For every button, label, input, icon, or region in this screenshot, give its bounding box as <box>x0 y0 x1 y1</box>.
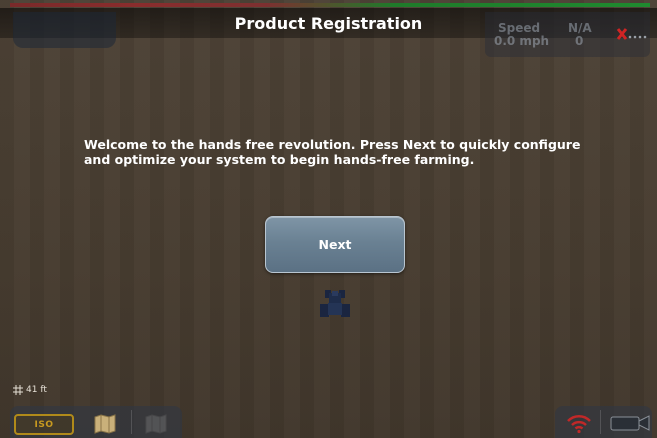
scale-label: 41 ft <box>26 385 47 395</box>
toolbar-divider <box>131 410 132 434</box>
gps-signal-icon <box>616 28 647 40</box>
next-button[interactable]: Next <box>265 216 405 273</box>
camera-icon[interactable] <box>609 414 651 432</box>
grid-scale-icon <box>13 385 23 395</box>
coverage-strip <box>10 3 650 7</box>
tractor-icon <box>320 290 350 317</box>
isobus-button[interactable]: ISO <box>14 414 74 435</box>
wifi-icon[interactable] <box>565 412 593 434</box>
na-value: 0 <box>575 34 584 48</box>
field-map-button-disabled[interactable] <box>136 410 176 438</box>
speed-value: 0.0 mph <box>494 34 550 48</box>
field-map-icon <box>145 414 167 434</box>
speed-label: Speed <box>498 21 541 35</box>
map-scale: 41 ft <box>13 385 47 395</box>
field-map-icon <box>94 414 116 434</box>
na-label: N/A <box>568 21 592 35</box>
field-map-button[interactable] <box>85 410 125 438</box>
toolbar-divider <box>600 410 601 434</box>
welcome-message: Welcome to the hands free revolution. Pr… <box>84 137 581 167</box>
